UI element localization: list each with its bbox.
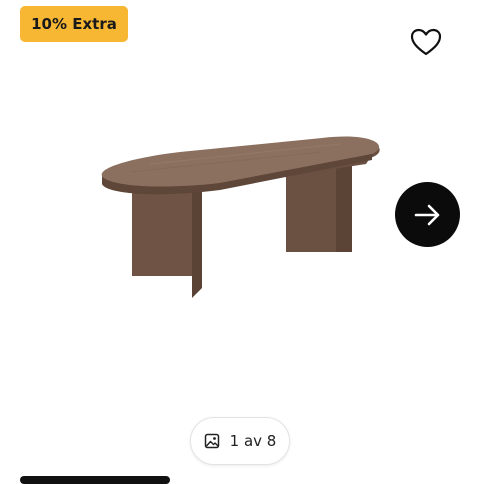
discount-badge: 10% Extra bbox=[20, 6, 128, 42]
favorite-button[interactable] bbox=[406, 24, 446, 60]
image-counter-text: 1 av 8 bbox=[229, 432, 277, 450]
heart-outline-icon bbox=[410, 28, 442, 56]
coffee-table-image bbox=[101, 136, 380, 298]
product-image bbox=[90, 128, 390, 308]
discount-badge-label: 10% Extra bbox=[31, 15, 117, 33]
image-counter[interactable]: 1 av 8 bbox=[190, 417, 290, 465]
next-image-button[interactable] bbox=[395, 182, 460, 247]
gallery-icon bbox=[204, 433, 219, 449]
arrow-right-icon bbox=[414, 204, 439, 225]
bottom-bar bbox=[20, 476, 170, 484]
